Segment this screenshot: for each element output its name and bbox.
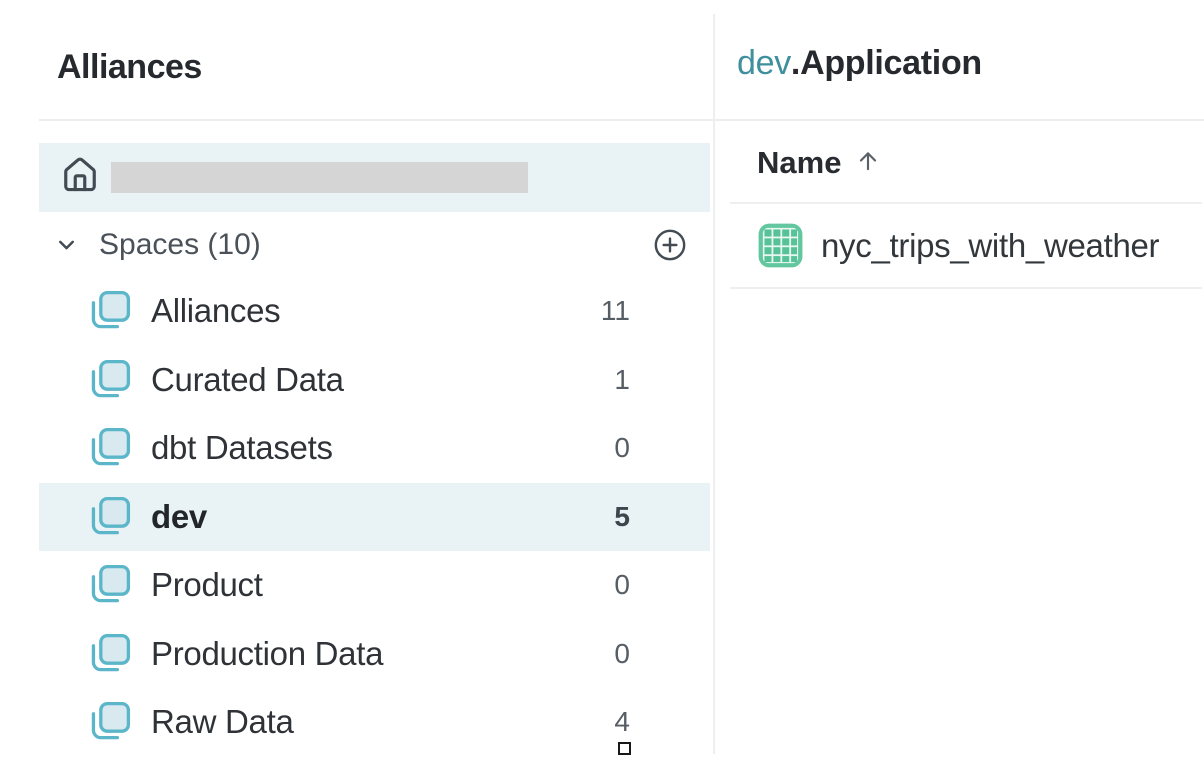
panel-title-divider xyxy=(39,119,713,121)
spaces-section-label[interactable]: Spaces (10) xyxy=(99,228,261,262)
missing-glyph-box xyxy=(618,742,631,755)
space-icon xyxy=(87,425,133,471)
item-count: 5 xyxy=(614,501,710,533)
sidebar-item-raw-data[interactable]: Raw Data 4 xyxy=(39,688,710,757)
spaces-list: Alliances 11 Curated Data 1 dbt Datasets xyxy=(39,277,710,757)
table-icon xyxy=(757,222,804,269)
item-count: 0 xyxy=(614,569,710,601)
sidebar-item-curated-data[interactable]: Curated Data 1 xyxy=(39,346,710,415)
item-label: dbt Datasets xyxy=(151,429,333,467)
item-count: 4 xyxy=(614,706,710,738)
spaces-panel: Alliances Spaces (10) xyxy=(0,0,713,770)
item-label: Raw Data xyxy=(151,703,294,741)
row-divider xyxy=(730,287,1202,289)
item-label: Production Data xyxy=(151,635,383,673)
sidebar-item-production-data[interactable]: Production Data 0 xyxy=(39,620,710,689)
item-count: 0 xyxy=(614,432,710,464)
breadcrumb: dev.Application xyxy=(737,44,982,83)
item-label: dev xyxy=(151,498,207,536)
item-count: 1 xyxy=(614,364,710,396)
chevron-down-icon[interactable] xyxy=(54,232,79,257)
breadcrumb-space-link[interactable]: dev xyxy=(737,44,791,82)
sidebar-item-product[interactable]: Product 0 xyxy=(39,551,710,620)
add-space-button[interactable] xyxy=(653,228,687,262)
page-title: Application xyxy=(800,44,982,82)
column-header-name[interactable]: Name xyxy=(757,142,881,184)
item-label: Curated Data xyxy=(151,361,344,399)
plus-circle-icon xyxy=(653,228,687,262)
table-row-nyc-trips-with-weather[interactable]: nyc_trips_with_weather xyxy=(757,204,1204,287)
panel-title: Alliances xyxy=(57,48,202,87)
space-icon xyxy=(87,288,133,334)
column-label: Name xyxy=(757,145,841,181)
header-divider xyxy=(714,119,1204,121)
item-count: 0 xyxy=(614,638,710,670)
arrow-up-icon xyxy=(855,148,881,179)
item-label: Product xyxy=(151,566,263,604)
item-count: 11 xyxy=(601,295,710,327)
item-label: Alliances xyxy=(151,292,280,330)
home-icon xyxy=(61,156,99,199)
panel-divider xyxy=(713,14,715,754)
space-icon xyxy=(87,357,133,403)
sidebar-item-dev[interactable]: dev 5 xyxy=(39,483,710,552)
space-icon xyxy=(87,699,133,745)
space-icon xyxy=(87,494,133,540)
space-icon xyxy=(87,631,133,677)
sidebar-item-dbt-datasets[interactable]: dbt Datasets 0 xyxy=(39,414,710,483)
redacted-home-label xyxy=(111,162,528,193)
spaces-section-header: Spaces (10) xyxy=(39,212,710,277)
space-icon xyxy=(87,562,133,608)
breadcrumb-separator: . xyxy=(791,44,800,82)
sidebar-item-alliances[interactable]: Alliances 11 xyxy=(39,277,710,346)
home-breadcrumb-row[interactable] xyxy=(39,143,710,212)
dataset-name: nyc_trips_with_weather xyxy=(821,227,1159,265)
